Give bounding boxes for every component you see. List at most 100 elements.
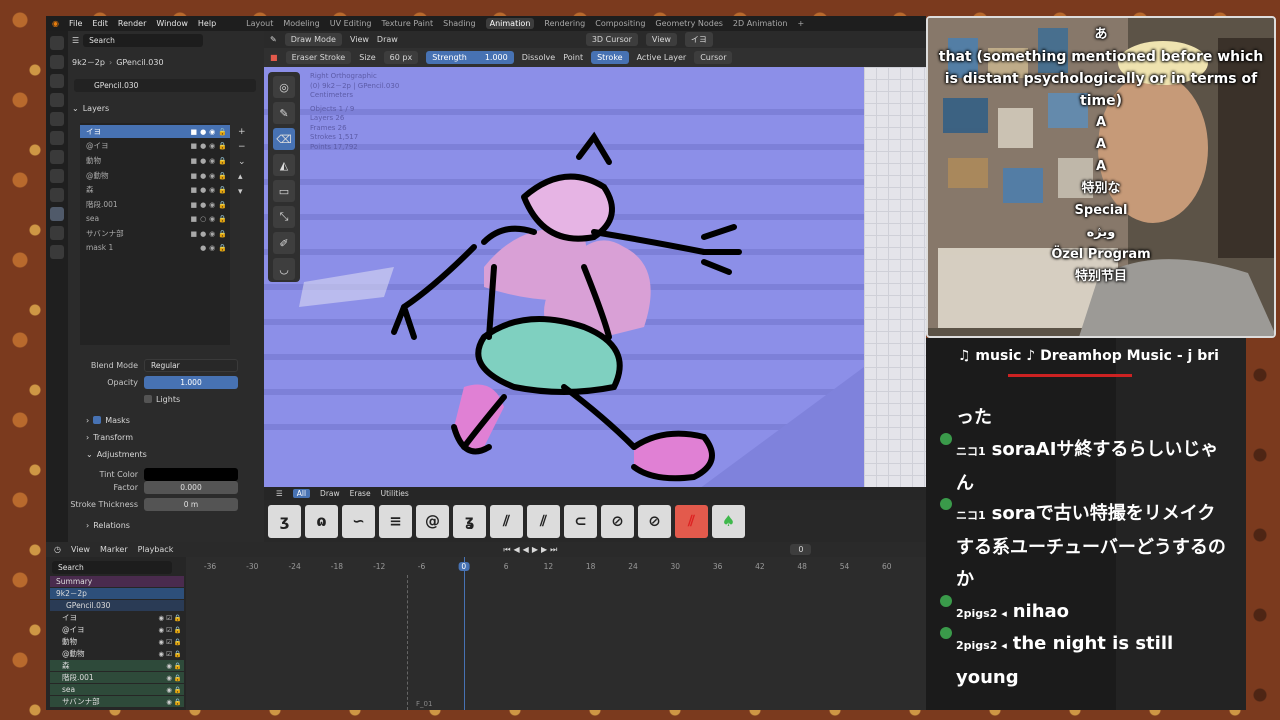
brush-icon[interactable]: ≡: [379, 504, 412, 538]
channel-group[interactable]: 階段.001 ◉🔒: [50, 672, 184, 683]
frame-ruler[interactable]: -36 -30 -24 -18 -12 -6 0 6 12 18 24 30 36 42 48 54 60: [186, 560, 926, 574]
point-button[interactable]: Point: [563, 53, 583, 62]
channel-layer[interactable]: イヨ ◉☑🔒: [50, 612, 184, 623]
tab-modeling[interactable]: Modeling: [283, 19, 319, 28]
tab-all[interactable]: All: [292, 489, 311, 498]
add-workspace-icon[interactable]: +: [797, 19, 804, 28]
menu-file[interactable]: File: [69, 19, 82, 28]
move-up-icon[interactable]: ▴: [238, 170, 250, 185]
channel-group[interactable]: 森 ◉🔒: [50, 660, 184, 671]
playback-menu[interactable]: Playback: [138, 545, 174, 554]
layer-item[interactable]: イヨ ■●◉🔒: [80, 125, 230, 138]
tab-geometry-nodes[interactable]: Geometry Nodes: [655, 19, 722, 28]
layer-item[interactable]: 動物 ■●◉🔒: [80, 154, 230, 167]
channel-data[interactable]: GPencil.030: [50, 600, 184, 611]
brush-icon[interactable]: ∽: [342, 504, 375, 538]
physics-tab-icon[interactable]: [50, 188, 64, 202]
cursor-select[interactable]: 3D Cursor: [585, 33, 638, 46]
tab-utilities[interactable]: Utilities: [381, 489, 409, 498]
relations-panel-header[interactable]: › Relations: [86, 518, 130, 532]
tab-layout[interactable]: Layout: [246, 19, 273, 28]
menu-render[interactable]: Render: [118, 19, 146, 28]
layer-item[interactable]: @動物 ■●◉🔒: [80, 169, 230, 182]
editor-type-icon[interactable]: ☰: [72, 36, 79, 45]
tool-tab-icon[interactable]: [50, 36, 64, 50]
eyedropper-tool-icon[interactable]: ✐: [273, 232, 295, 254]
interpolate-tool-icon[interactable]: ⤡: [273, 206, 295, 228]
dissolve-button[interactable]: Dissolve: [522, 53, 556, 62]
mode-select[interactable]: Draw Mode: [284, 33, 342, 46]
view-layer-tab-icon[interactable]: [50, 93, 64, 107]
masks-checkbox[interactable]: [93, 416, 102, 424]
fill-tool-icon[interactable]: ◭: [273, 154, 295, 176]
brush-icon[interactable]: ⫽: [490, 504, 523, 538]
lights-checkbox[interactable]: [144, 395, 152, 403]
view-menu[interactable]: View: [71, 545, 90, 554]
brush-icon[interactable]: ⫽: [675, 504, 708, 538]
channel-summary[interactable]: Summary: [50, 576, 184, 587]
brush-icon[interactable]: ⊘: [638, 504, 671, 538]
stroke-button[interactable]: Stroke: [591, 51, 629, 64]
menu-edit[interactable]: Edit: [92, 19, 108, 28]
properties-search-input[interactable]: Search: [83, 33, 204, 47]
remove-layer-icon[interactable]: −: [238, 140, 250, 155]
view-menu[interactable]: View: [350, 35, 369, 44]
stroke-thickness-field[interactable]: 0 m: [144, 498, 238, 511]
brush-icon[interactable]: ʒ: [268, 504, 301, 538]
layer-item[interactable]: mask 1 ●◉🔒: [80, 241, 230, 254]
channel-search-input[interactable]: Search: [52, 561, 172, 574]
tab-2d-animation[interactable]: 2D Animation: [733, 19, 788, 28]
layer-item[interactable]: 階段.001 ■●◉🔒: [80, 198, 230, 211]
dopesheet-area[interactable]: F_01: [186, 557, 926, 710]
layer-item[interactable]: サバンナ部 ■●◉🔒: [80, 227, 230, 240]
erase-tool-icon[interactable]: ⌫: [273, 128, 295, 150]
masks-panel-header[interactable]: › Masks: [86, 413, 130, 427]
brush-icon[interactable]: ⫽: [527, 504, 560, 538]
channel-layer[interactable]: 動物 ◉☑🔒: [50, 636, 184, 647]
transform-panel-header[interactable]: › Transform: [86, 430, 133, 444]
tab-rendering[interactable]: Rendering: [544, 19, 585, 28]
tab-shading[interactable]: Shading: [443, 19, 476, 28]
datablock-field[interactable]: GPencil.030: [74, 79, 256, 92]
layer-select[interactable]: イヨ: [684, 32, 713, 47]
texture-tab-icon[interactable]: [50, 245, 64, 259]
tab-compositing[interactable]: Compositing: [595, 19, 645, 28]
channel-layer[interactable]: @動物 ◉☑🔒: [50, 648, 184, 659]
brush-icon[interactable]: @: [416, 504, 449, 538]
layers-header[interactable]: Layers: [83, 104, 109, 113]
add-layer-icon[interactable]: +: [238, 125, 250, 140]
draw-tool-icon[interactable]: ✎: [273, 102, 295, 124]
blend-mode-select[interactable]: Regular: [144, 359, 238, 372]
modifier-tab-icon[interactable]: [50, 169, 64, 183]
current-frame-field[interactable]: 0: [790, 544, 812, 555]
editor-type-icon[interactable]: ◷: [54, 545, 61, 554]
render-tab-icon[interactable]: [50, 55, 64, 69]
strength-slider[interactable]: Strength 1.000: [426, 51, 514, 64]
cursor-button[interactable]: Cursor: [694, 51, 733, 64]
tab-draw[interactable]: Draw: [320, 489, 340, 498]
tab-animation[interactable]: Animation: [485, 18, 535, 29]
blender-logo-icon[interactable]: ◉: [52, 19, 59, 28]
channel-object[interactable]: 9k2－2p: [50, 588, 184, 599]
brush-icon[interactable]: ɷ: [305, 504, 338, 538]
view-select[interactable]: View: [645, 33, 677, 46]
object-tab-icon[interactable]: [50, 150, 64, 164]
channel-group[interactable]: sea ◉🔒: [50, 684, 184, 695]
cursor-tool-icon[interactable]: ◎: [273, 76, 295, 98]
editor-type-icon[interactable]: ✎: [270, 35, 277, 44]
tab-texture-paint[interactable]: Texture Paint: [381, 19, 433, 28]
material-tab-icon[interactable]: [50, 226, 64, 240]
factor-slider[interactable]: 0.000: [144, 481, 238, 494]
adjustments-panel-header[interactable]: ⌄ Adjustments: [86, 447, 147, 461]
brush-icon[interactable]: ⊘: [601, 504, 634, 538]
output-tab-icon[interactable]: [50, 74, 64, 88]
object-data-tab-icon[interactable]: [50, 207, 64, 221]
menu-help[interactable]: Help: [198, 19, 216, 28]
tint-color-swatch[interactable]: [144, 468, 238, 481]
draw-menu[interactable]: Draw: [377, 35, 398, 44]
shelf-menu-icon[interactable]: ☰: [276, 489, 283, 498]
world-tab-icon[interactable]: [50, 131, 64, 145]
menu-window[interactable]: Window: [156, 19, 188, 28]
marker-menu[interactable]: Marker: [100, 545, 128, 554]
size-field[interactable]: 60 px: [383, 51, 419, 64]
